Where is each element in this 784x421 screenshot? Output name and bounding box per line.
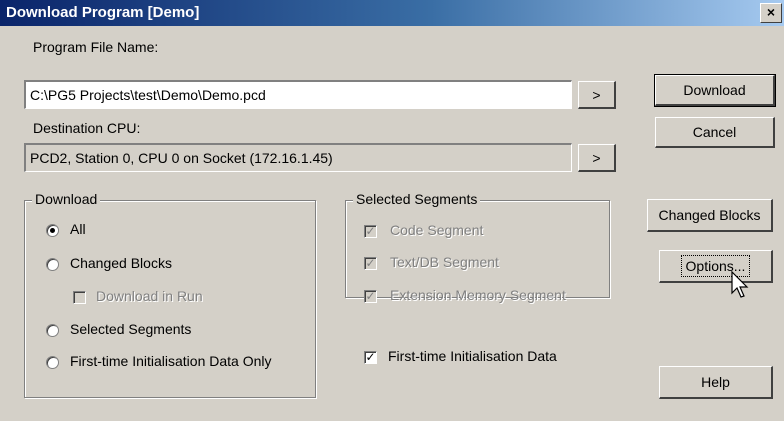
radio-all-label[interactable]: All (70, 221, 86, 237)
window-title: Download Program [Demo] (6, 4, 200, 21)
code-segment-checkbox[interactable]: ✓ (364, 225, 377, 238)
segments-group (345, 200, 610, 298)
changed-blocks-button[interactable]: Changed Blocks (647, 199, 773, 232)
extension-memory-checkbox[interactable]: ✓ (364, 290, 377, 303)
radio-selected-dot (50, 228, 55, 233)
check-mark-icon: ✓ (365, 224, 376, 238)
program-file-label: Program File Name: (33, 39, 159, 55)
init-data-label[interactable]: First-time Initialisation Data (388, 348, 557, 364)
destination-cpu-browse-button[interactable]: > (578, 144, 616, 172)
help-button-label: Help (701, 374, 730, 390)
destination-cpu-field: PCD2, Station 0, CPU 0 on Socket (172.16… (24, 143, 572, 172)
browse-label: > (592, 86, 601, 103)
options-button[interactable]: Options... (659, 250, 773, 283)
help-button[interactable]: Help (659, 366, 773, 399)
download-group-title: Download (32, 191, 101, 207)
title-bar: Download Program [Demo] × (0, 0, 784, 26)
radio-init-data-only[interactable] (46, 356, 59, 369)
cancel-button[interactable]: Cancel (655, 117, 775, 148)
download-in-run-checkbox[interactable] (73, 291, 86, 304)
destination-cpu-label: Destination CPU: (33, 120, 141, 136)
radio-selected-segments[interactable] (46, 324, 59, 337)
browse-label: > (592, 149, 601, 166)
code-segment-label: Code Segment (390, 222, 484, 238)
download-in-run-label: Download in Run (96, 288, 203, 304)
program-file-browse-button[interactable]: > (578, 81, 616, 109)
check-mark-icon: ✓ (365, 350, 376, 364)
extension-memory-label: Extension Memory Segment (390, 287, 566, 303)
init-data-checkbox[interactable]: ✓ (364, 351, 377, 364)
text-db-segment-label: Text/DB Segment (390, 254, 499, 270)
check-mark-icon: ✓ (365, 289, 376, 303)
program-file-field[interactable]: C:\PG5 Projects\test\Demo\Demo.pcd (24, 80, 572, 109)
cancel-button-label: Cancel (692, 124, 737, 140)
radio-init-data-only-label[interactable]: First-time Initialisation Data Only (70, 353, 272, 369)
download-button-label: Download (683, 82, 746, 98)
radio-changed-blocks-label[interactable]: Changed Blocks (70, 255, 172, 271)
check-mark-icon: ✓ (365, 256, 376, 270)
close-button[interactable]: × (760, 3, 782, 23)
radio-selected-segments-label[interactable]: Selected Segments (70, 321, 191, 337)
mouse-cursor-icon (731, 271, 749, 298)
download-button[interactable]: Download (654, 74, 776, 107)
radio-all[interactable] (46, 224, 59, 237)
radio-changed-blocks[interactable] (46, 258, 59, 271)
segments-group-title: Selected Segments (353, 191, 481, 207)
changed-blocks-button-label: Changed Blocks (658, 207, 761, 223)
text-db-segment-checkbox[interactable]: ✓ (364, 257, 377, 270)
